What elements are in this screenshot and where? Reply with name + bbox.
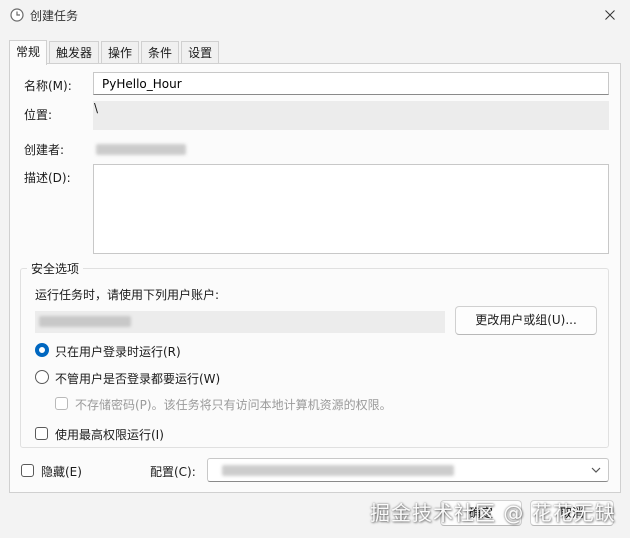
description-label: 描述(D): (24, 171, 71, 185)
title-bar: 创建任务 (0, 0, 630, 30)
location-value: \ (94, 101, 99, 115)
tab-strip: 常规 触发器 操作 条件 设置 (9, 40, 221, 65)
name-label: 名称(M): (24, 79, 72, 93)
config-value-redacted (222, 465, 454, 476)
tab-settings[interactable]: 设置 (181, 41, 220, 64)
user-account-redacted (39, 316, 131, 327)
config-label: 配置(C): (150, 465, 196, 479)
location-field (93, 101, 609, 130)
tab-general[interactable]: 常规 (9, 40, 48, 65)
security-options-title: 安全选项 (27, 260, 84, 277)
no-store-password-label: 不存储密码(P)。该任务将只有访问本地计算机资源的权限。 (75, 398, 392, 412)
config-select[interactable] (207, 458, 609, 482)
author-label: 创建者: (24, 143, 65, 157)
no-store-password-checkbox[interactable] (55, 397, 68, 410)
description-textarea[interactable] (93, 164, 609, 254)
security-options-group: 安全选项 运行任务时，请使用下列用户账户: 更改用户或组(U)... 只在用户登… (20, 260, 609, 448)
tab-triggers[interactable]: 触发器 (49, 41, 100, 64)
run-as-prompt: 运行任务时，请使用下列用户账户: (35, 288, 220, 302)
tab-actions[interactable]: 操作 (101, 41, 140, 64)
author-value-redacted (96, 144, 186, 155)
radio-whether-logged[interactable] (35, 370, 49, 384)
change-user-button[interactable]: 更改用户或组(U)... (455, 306, 597, 335)
radio-logged-on[interactable] (35, 343, 49, 357)
general-panel: 名称(M): 位置: \ 创建者: 描述(D): 安全选项 运行任务时，请使用下… (9, 63, 621, 493)
watermark-text: 掘金技术社区 @ 花花无缺 (370, 501, 616, 525)
window-title: 创建任务 (30, 9, 79, 23)
chevron-down-icon (591, 467, 601, 473)
user-account-field (35, 311, 445, 333)
radio-whether-logged-label: 不管用户是否登录都要运行(W) (55, 372, 221, 386)
name-input[interactable] (93, 72, 609, 95)
hidden-checkbox[interactable] (21, 464, 34, 477)
hidden-label: 隐藏(E) (41, 465, 82, 479)
location-label: 位置: (24, 108, 53, 122)
clock-icon (10, 8, 24, 22)
highest-privileges-checkbox[interactable] (35, 427, 48, 440)
close-button[interactable] (590, 0, 630, 30)
close-icon (605, 10, 615, 20)
radio-logged-on-label: 只在用户登录时运行(R) (55, 345, 181, 359)
highest-privileges-label: 使用最高权限运行(I) (55, 428, 164, 442)
tab-conditions[interactable]: 条件 (141, 41, 180, 64)
